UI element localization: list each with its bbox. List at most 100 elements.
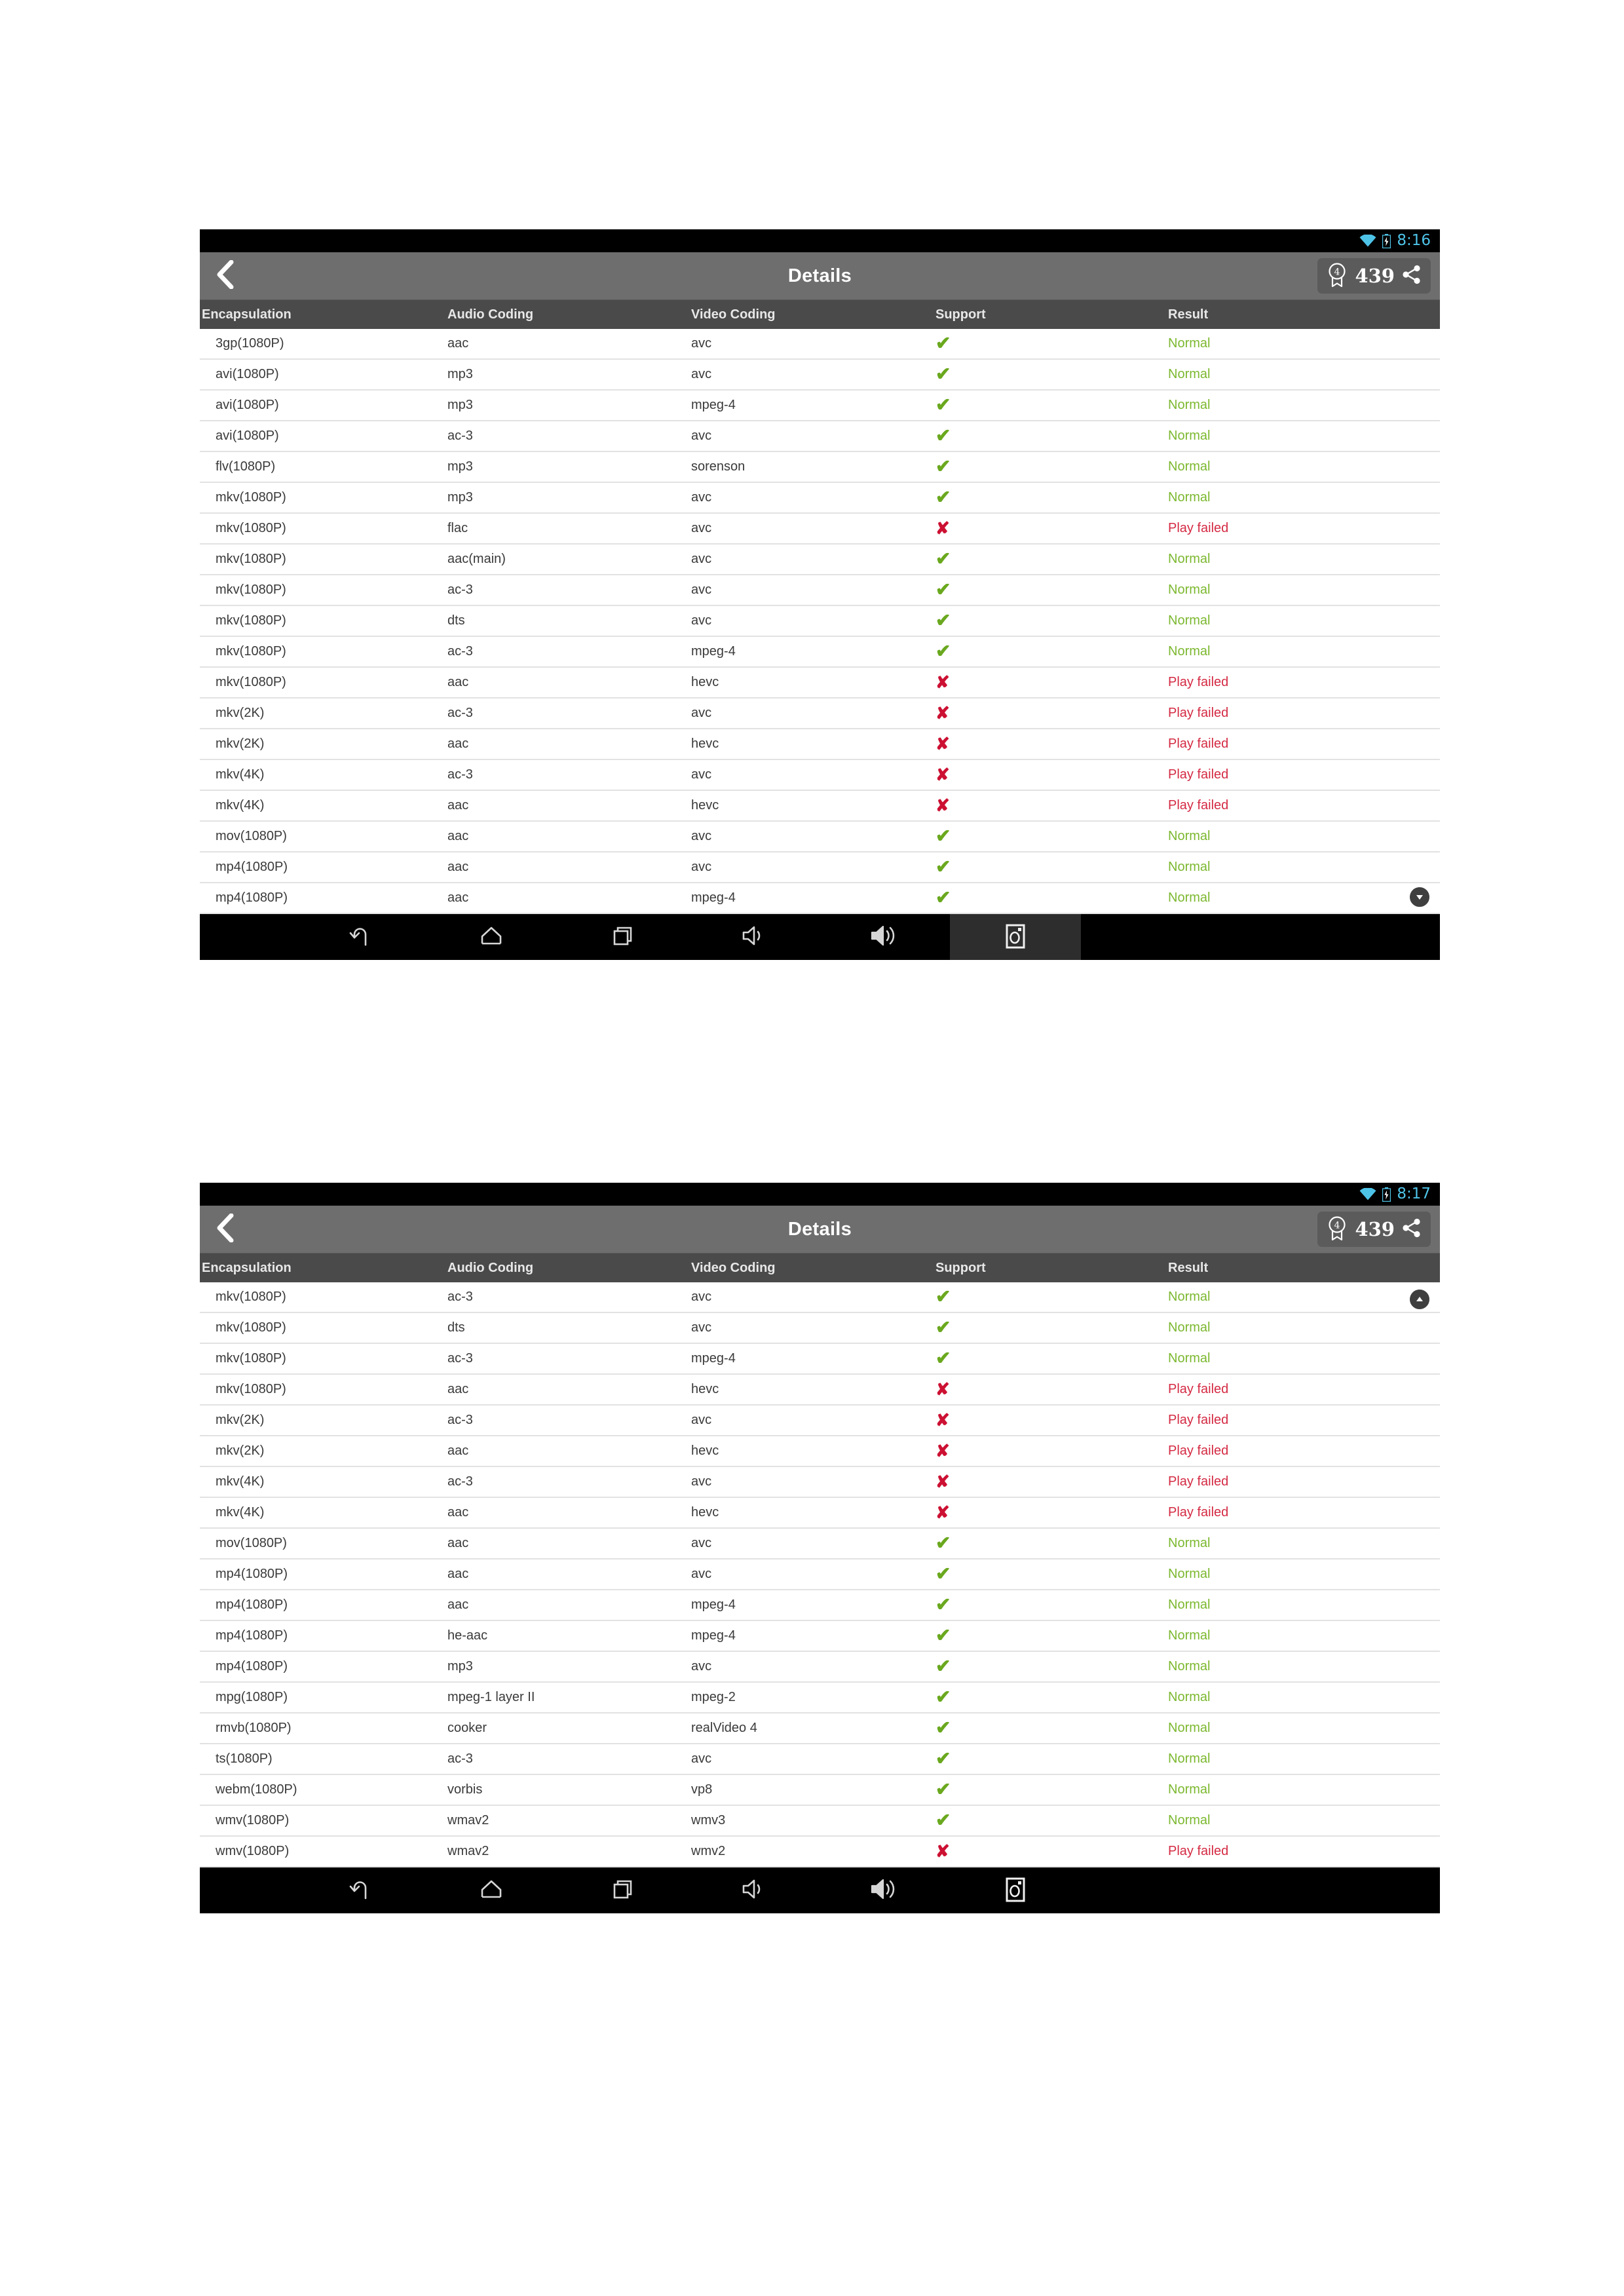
table-row[interactable]: mkv(2K) ac-3 avc ✘ Play failed	[200, 1406, 1440, 1436]
cell-encapsulation: mkv(4K)	[216, 767, 265, 782]
table-row[interactable]: mkv(4K) aac hevc ✘ Play failed	[200, 1498, 1440, 1529]
check-icon: ✔	[935, 425, 951, 446]
table-row[interactable]: avi(1080P) ac-3 avc ✔ Normal	[200, 421, 1440, 452]
check-icon: ✔	[935, 826, 951, 846]
cell-result: Normal	[1168, 644, 1211, 659]
cell-encapsulation: mkv(1080P)	[216, 644, 286, 659]
table-row[interactable]: ts(1080P) ac-3 avc ✔ Normal	[200, 1744, 1440, 1775]
cell-encapsulation: mkv(1080P)	[216, 613, 286, 628]
cell-audio-coding: aac	[447, 829, 469, 843]
nav-button-home[interactable]	[426, 914, 557, 960]
column-header-encapsulation: Encapsulation	[202, 307, 292, 322]
scroll-down-indicator[interactable]	[1408, 886, 1431, 908]
nav-button-screenshot[interactable]	[950, 1867, 1081, 1913]
cell-video-coding: avc	[691, 767, 712, 782]
check-icon: ✔	[935, 548, 951, 569]
cell-audio-coding: mp3	[447, 398, 473, 412]
table-row[interactable]: mp4(1080P) aac avc ✔ Normal	[200, 1559, 1440, 1590]
check-icon: ✔	[935, 456, 951, 476]
table-row[interactable]: mkv(1080P) dts avc ✔ Normal	[200, 606, 1440, 637]
cell-result: Normal	[1168, 613, 1211, 628]
table-row[interactable]: mkv(1080P) aac hevc ✘ Play failed	[200, 668, 1440, 698]
nav-button-back-arrow[interactable]	[295, 914, 426, 960]
cell-audio-coding: vorbis	[447, 1782, 483, 1797]
share-icon[interactable]	[1402, 1218, 1422, 1241]
back-arrow-icon	[346, 1876, 375, 1905]
table-row[interactable]: rmvb(1080P) cooker realVideo 4 ✔ Normal	[200, 1713, 1440, 1744]
cell-encapsulation: mkv(2K)	[216, 1413, 265, 1427]
table-row[interactable]: mkv(4K) ac-3 avc ✘ Play failed	[200, 760, 1440, 791]
table-row[interactable]: wmv(1080P) wmav2 wmv3 ✔ Normal	[200, 1806, 1440, 1837]
cell-audio-coding: ac-3	[447, 1474, 473, 1489]
cell-audio-coding: ac-3	[447, 1751, 473, 1766]
titlebar-actions[interactable]: 4 439	[1317, 258, 1431, 294]
recents-icon	[608, 923, 637, 952]
nav-button-volume-down[interactable]	[688, 1867, 819, 1913]
table-row[interactable]: mkv(1080P) ac-3 avc ✔ Normal	[200, 575, 1440, 606]
table-row[interactable]: mov(1080P) aac avc ✔ Normal	[200, 822, 1440, 852]
cross-icon: ✘	[935, 1471, 950, 1491]
table-row[interactable]: wmv(1080P) wmav2 wmv2 ✘ Play failed	[200, 1837, 1440, 1867]
screenshot-icon	[1002, 1875, 1029, 1907]
cell-encapsulation: mkv(1080P)	[216, 552, 286, 566]
table-row[interactable]: mkv(2K) aac hevc ✘ Play failed	[200, 1436, 1440, 1467]
nav-button-volume-up[interactable]	[819, 1867, 950, 1913]
cell-audio-coding: wmav2	[447, 1813, 489, 1827]
table-row[interactable]: avi(1080P) mp3 avc ✔ Normal	[200, 360, 1440, 391]
table-row[interactable]: flv(1080P) mp3 sorenson ✔ Normal	[200, 452, 1440, 483]
table-row[interactable]: mkv(4K) aac hevc ✘ Play failed	[200, 791, 1440, 822]
table-row[interactable]: 3gp(1080P) aac avc ✔ Normal	[200, 329, 1440, 360]
device-screenshot-1: 8:16 Details 4 439 Encapsulation Audio Coding…	[200, 229, 1440, 960]
check-icon: ✔	[935, 1779, 951, 1799]
share-icon[interactable]	[1402, 265, 1422, 288]
cell-video-coding: avc	[691, 1751, 712, 1766]
table-row[interactable]: mp4(1080P) aac mpeg-4 ✔ Normal	[200, 1590, 1440, 1621]
table-row[interactable]: mp4(1080P) aac mpeg-4 ✔ Normal	[200, 883, 1440, 914]
cell-encapsulation: avi(1080P)	[216, 367, 279, 381]
cell-encapsulation: mp4(1080P)	[216, 1659, 288, 1674]
cell-result: Normal	[1168, 1536, 1211, 1550]
scroll-up-indicator[interactable]	[1408, 1288, 1431, 1311]
table-row[interactable]: mkv(1080P) aac hevc ✘ Play failed	[200, 1375, 1440, 1406]
nav-button-home[interactable]	[426, 1867, 557, 1913]
nav-button-screenshot[interactable]	[950, 914, 1081, 960]
award-badge-icon: 4	[1327, 262, 1348, 290]
cell-audio-coding: aac	[447, 675, 469, 689]
table-row[interactable]: mkv(1080P) ac-3 mpeg-4 ✔ Normal	[200, 637, 1440, 668]
table-row[interactable]: mkv(1080P) ac-3 mpeg-4 ✔ Normal	[200, 1344, 1440, 1375]
table-row[interactable]: mp4(1080P) aac avc ✔ Normal	[200, 852, 1440, 883]
table-row[interactable]: mkv(4K) ac-3 avc ✘ Play failed	[200, 1467, 1440, 1498]
table-row[interactable]: mkv(1080P) aac(main) avc ✔ Normal	[200, 545, 1440, 575]
cell-audio-coding: mp3	[447, 459, 473, 474]
column-header-audio-coding: Audio Coding	[447, 307, 534, 322]
table-row[interactable]: mkv(1080P) flac avc ✘ Play failed	[200, 514, 1440, 545]
column-header-result: Result	[1168, 1260, 1209, 1275]
table-row[interactable]: avi(1080P) mp3 mpeg-4 ✔ Normal	[200, 391, 1440, 421]
volume-up-icon	[868, 923, 901, 952]
table-row[interactable]: mpg(1080P) mpeg-1 layer II mpeg-2 ✔ Normal	[200, 1683, 1440, 1713]
table-row[interactable]: mkv(1080P) mp3 avc ✔ Normal	[200, 483, 1440, 514]
table-row[interactable]: webm(1080P) vorbis vp8 ✔ Normal	[200, 1775, 1440, 1806]
table-row[interactable]: mp4(1080P) mp3 avc ✔ Normal	[200, 1652, 1440, 1683]
nav-button-recents[interactable]	[557, 914, 688, 960]
cell-audio-coding: aac	[447, 860, 469, 874]
table-row[interactable]: mov(1080P) aac avc ✔ Normal	[200, 1529, 1440, 1559]
table-row[interactable]: mkv(2K) aac hevc ✘ Play failed	[200, 729, 1440, 760]
table-row[interactable]: mkv(2K) ac-3 avc ✘ Play failed	[200, 698, 1440, 729]
nav-button-volume-up[interactable]	[819, 914, 950, 960]
nav-button-recents[interactable]	[557, 1867, 688, 1913]
cell-result: Normal	[1168, 1567, 1211, 1581]
nav-button-back-arrow[interactable]	[295, 1867, 426, 1913]
cell-video-coding: hevc	[691, 798, 719, 813]
table-row[interactable]: mp4(1080P) he-aac mpeg-4 ✔ Normal	[200, 1621, 1440, 1652]
cell-audio-coding: flac	[447, 521, 468, 535]
table-row[interactable]: mkv(1080P) ac-3 avc ✔ Normal	[200, 1282, 1440, 1313]
cell-video-coding: hevc	[691, 1444, 719, 1458]
nav-button-volume-down[interactable]	[688, 914, 819, 960]
table-row[interactable]: mkv(1080P) dts avc ✔ Normal	[200, 1313, 1440, 1344]
cell-video-coding: mpeg-4	[691, 1628, 736, 1643]
status-bar: 8:17	[200, 1183, 1440, 1206]
titlebar-actions[interactable]: 4 439	[1317, 1212, 1431, 1247]
volume-up-icon	[868, 1876, 901, 1905]
cell-video-coding: avc	[691, 1320, 712, 1335]
